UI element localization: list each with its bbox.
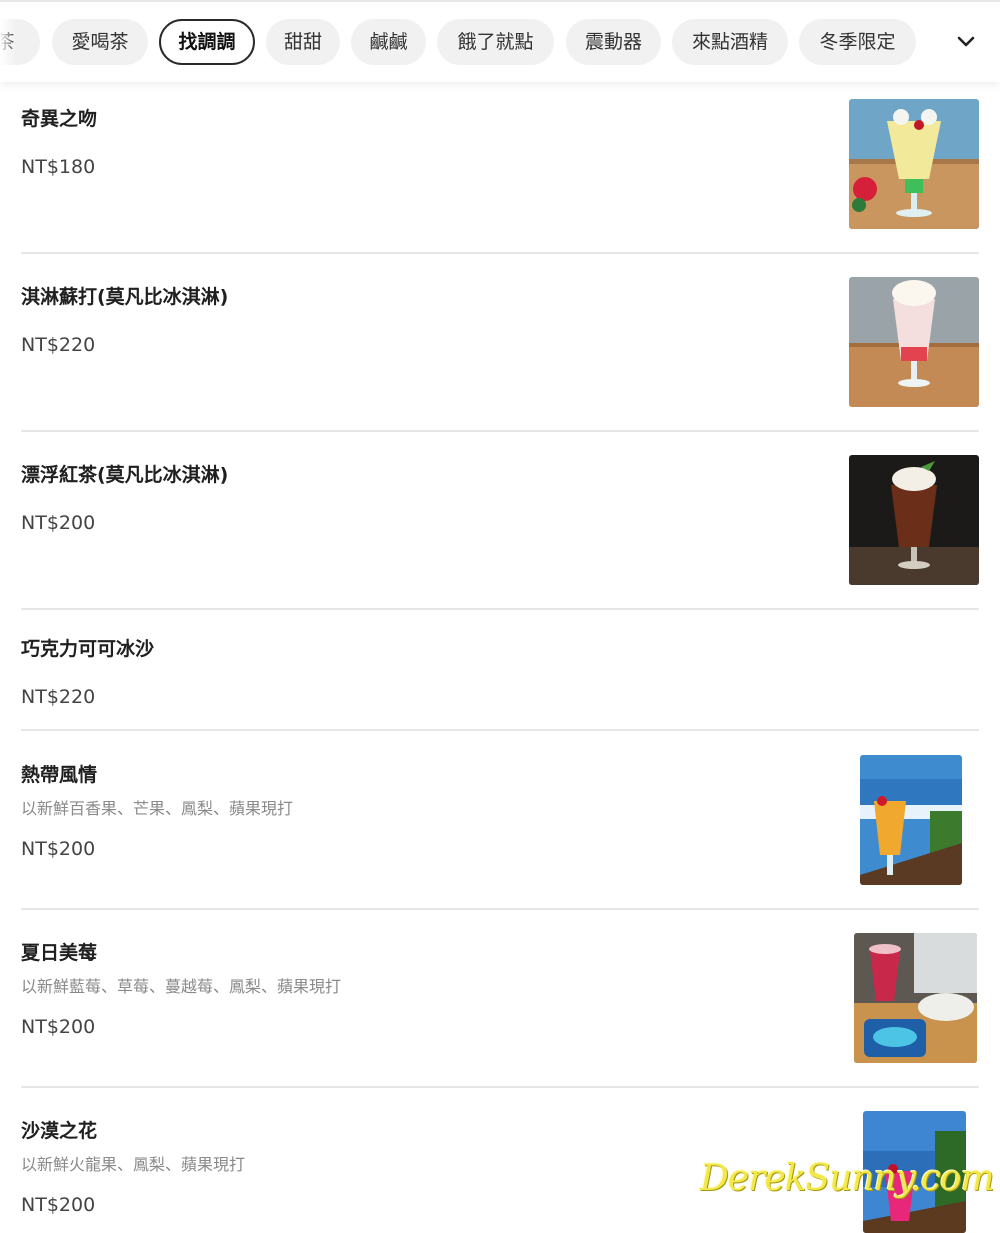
item-name: 熱帶風情 xyxy=(21,764,98,786)
item-name: 漂浮紅茶(莫凡比冰淇淋) xyxy=(21,464,229,486)
drink-photo xyxy=(849,277,979,407)
category-tab-7[interactable]: 來點酒精 xyxy=(672,19,788,65)
category-tab-5[interactable]: 餓了就點 xyxy=(437,19,554,65)
item-price: NT$200 xyxy=(21,512,96,534)
item-name: 淇淋蘇打(莫凡比冰淇淋) xyxy=(21,286,229,308)
menu-item[interactable]: 熱帶風情 以新鮮百香果、芒果、鳳梨、蘋果現打 NT$200 xyxy=(21,731,979,910)
item-name: 巧克力可可冰沙 xyxy=(21,638,155,660)
item-description: 以新鮮藍莓、草莓、蔓越莓、鳳梨、蘋果現打 xyxy=(21,977,342,996)
menu-item[interactable]: 漂浮紅茶(莫凡比冰淇淋) NT$200 xyxy=(21,432,979,610)
category-bar: 茶 愛喝茶 找調調 甜甜 鹹鹹 餓了就點 震動器 來點酒精 冬季限定 xyxy=(0,0,1000,82)
scroll-fade xyxy=(0,2,16,82)
menu-item[interactable]: 奇異之吻 NT$180 xyxy=(21,82,979,254)
category-tab-2[interactable]: 找調調 xyxy=(159,19,255,65)
item-description: 以新鮮百香果、芒果、鳳梨、蘋果現打 xyxy=(21,799,294,818)
chevron-down-icon xyxy=(957,36,975,47)
category-tab-4[interactable]: 鹹鹹 xyxy=(351,19,426,65)
drink-photo xyxy=(849,455,979,585)
item-description: 以新鮮火龍果、鳳梨、蘋果現打 xyxy=(21,1155,246,1174)
menu-item[interactable]: 巧克力可可冰沙 NT$220 xyxy=(21,610,979,731)
item-name: 沙漠之花 xyxy=(21,1120,98,1142)
item-price: NT$180 xyxy=(21,156,96,178)
watermark-text: DerekSunny.com xyxy=(700,1158,995,1199)
menu-item[interactable]: 淇淋蘇打(莫凡比冰淇淋) NT$220 xyxy=(21,254,979,432)
item-name: 夏日美莓 xyxy=(21,942,98,964)
menu-item[interactable]: 夏日美莓 以新鮮藍莓、草莓、蔓越莓、鳳梨、蘋果現打 NT$200 xyxy=(21,910,979,1088)
drink-photo xyxy=(854,933,977,1063)
more-categories-button[interactable] xyxy=(946,22,986,62)
category-tab-8[interactable]: 冬季限定 xyxy=(799,19,916,65)
category-tab-3[interactable]: 甜甜 xyxy=(266,19,340,65)
item-price: NT$220 xyxy=(21,686,96,708)
item-name: 奇異之吻 xyxy=(21,108,98,130)
item-price: NT$200 xyxy=(21,838,96,860)
category-tab-6[interactable]: 震動器 xyxy=(566,19,661,65)
item-price: NT$200 xyxy=(21,1194,96,1216)
drink-photo xyxy=(860,755,962,885)
drink-photo xyxy=(849,99,979,229)
item-price: NT$200 xyxy=(21,1016,96,1038)
category-tab-1[interactable]: 愛喝茶 xyxy=(52,19,148,65)
item-price: NT$220 xyxy=(21,334,96,356)
